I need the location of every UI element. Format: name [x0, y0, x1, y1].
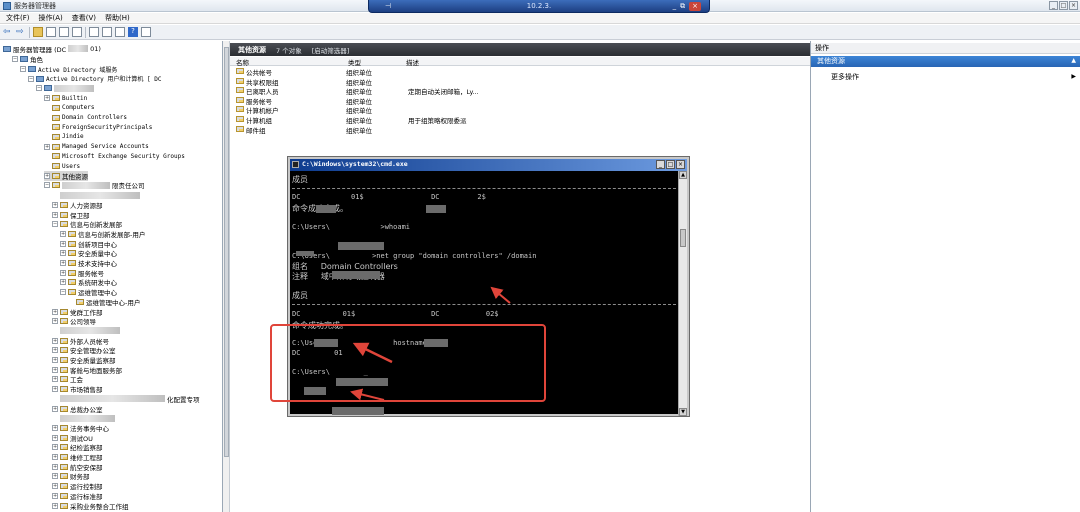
arrow-to-hostname	[350, 388, 385, 401]
arrow-to-net-group	[490, 286, 511, 304]
annotation-arrows	[350, 286, 511, 401]
arrow-to-dc01	[352, 342, 393, 364]
